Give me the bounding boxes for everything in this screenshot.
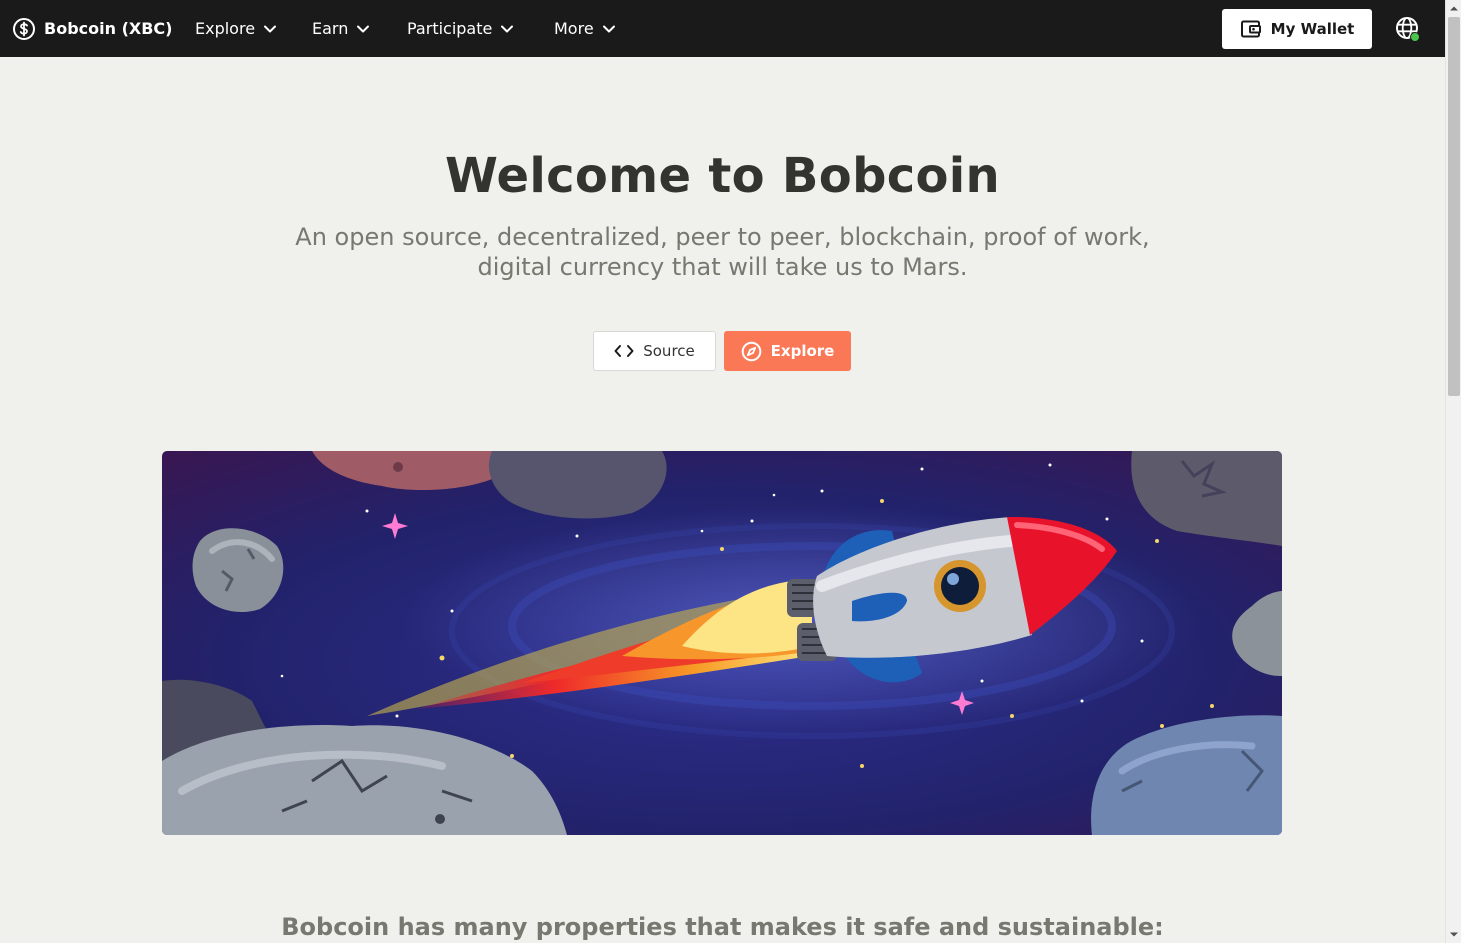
chevron-down-icon [602, 25, 615, 32]
brand-name: Bobcoin (XBC) [44, 19, 173, 38]
nav-explore[interactable]: Explore [195, 0, 277, 57]
page: Bobcoin (XBC) Explore Earn Participate M… [0, 0, 1461, 943]
hero-subtitle: An open source, decentralized, peer to p… [295, 223, 1150, 281]
properties-heading: Bobcoin has many properties that makes i… [281, 913, 1164, 941]
scroll-down-arrow-icon[interactable] [1446, 927, 1461, 943]
scroll-up-arrow-icon[interactable] [1446, 0, 1461, 16]
hero-title: Welcome to Bobcoin [445, 148, 1000, 204]
chevron-down-icon [264, 25, 277, 32]
explore-button[interactable]: Explore [724, 331, 851, 371]
source-label: Source [643, 342, 695, 360]
my-wallet-button[interactable]: My Wallet [1222, 9, 1372, 49]
nav-earn[interactable]: Earn [312, 0, 370, 57]
status-dot [1410, 32, 1420, 42]
nav-more-label: More [554, 19, 594, 38]
nav-participate-label: Participate [407, 19, 493, 38]
language-selector[interactable] [1395, 16, 1421, 44]
chevron-down-icon [501, 25, 514, 32]
scrollbar[interactable] [1445, 0, 1461, 943]
nav-explore-label: Explore [195, 19, 256, 38]
wallet-icon [1240, 20, 1261, 38]
brand-link[interactable]: Bobcoin (XBC) [12, 0, 172, 57]
nav-more[interactable]: More [554, 0, 616, 57]
dollar-coin-icon [13, 17, 35, 40]
explore-label: Explore [770, 342, 835, 360]
rocket-in-space-illustration [162, 451, 1282, 835]
nav-participate[interactable]: Participate [407, 0, 514, 57]
nav-earn-label: Earn [312, 19, 349, 38]
compass-icon [741, 341, 761, 361]
top-navbar: Bobcoin (XBC) Explore Earn Participate M… [0, 0, 1445, 57]
my-wallet-label: My Wallet [1270, 20, 1355, 38]
source-button[interactable]: Source [593, 331, 716, 371]
hero-banner-image [162, 451, 1282, 835]
chevron-down-icon [357, 25, 370, 32]
scrollbar-thumb[interactable] [1448, 17, 1460, 396]
code-icon [614, 345, 634, 357]
